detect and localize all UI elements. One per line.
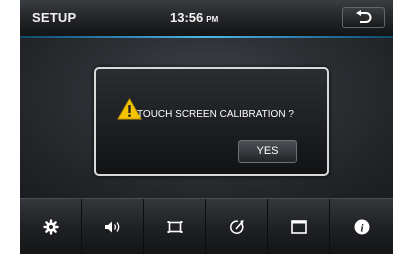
top-bar: SETUP 13:56 PM	[20, 0, 393, 36]
tab-calibration[interactable]	[206, 199, 268, 254]
screen-icon	[290, 220, 307, 234]
back-button[interactable]	[342, 7, 385, 28]
content-area: TOUCH SCREEN CALIBRATION ? YES	[20, 38, 393, 198]
back-arrow-icon	[356, 10, 372, 23]
tab-display[interactable]	[144, 199, 206, 254]
dialog-message: TOUCH SCREEN CALIBRATION ?	[137, 109, 294, 120]
tab-info[interactable]: i	[330, 199, 393, 254]
calibration-dialog: TOUCH SCREEN CALIBRATION ? YES	[94, 67, 329, 176]
tab-audio[interactable]	[82, 199, 144, 254]
bottom-nav-bar: i	[20, 198, 393, 254]
info-icon: i	[354, 219, 369, 235]
calibration-icon	[229, 220, 243, 234]
yes-button[interactable]: YES	[238, 140, 297, 163]
head-unit-screen: SETUP 13:56 PM TOUCH SCREEN CALIBRATION ?…	[20, 0, 393, 254]
display-icon	[167, 221, 182, 233]
gear-icon	[42, 219, 59, 235]
speaker-icon	[104, 221, 119, 233]
clock-time: 13:56	[170, 10, 204, 25]
tab-screen[interactable]	[268, 199, 330, 254]
clock-ampm: PM	[206, 15, 219, 24]
page-title: SETUP	[32, 10, 77, 25]
tab-settings[interactable]	[20, 199, 82, 254]
clock: 13:56 PM	[170, 10, 218, 25]
